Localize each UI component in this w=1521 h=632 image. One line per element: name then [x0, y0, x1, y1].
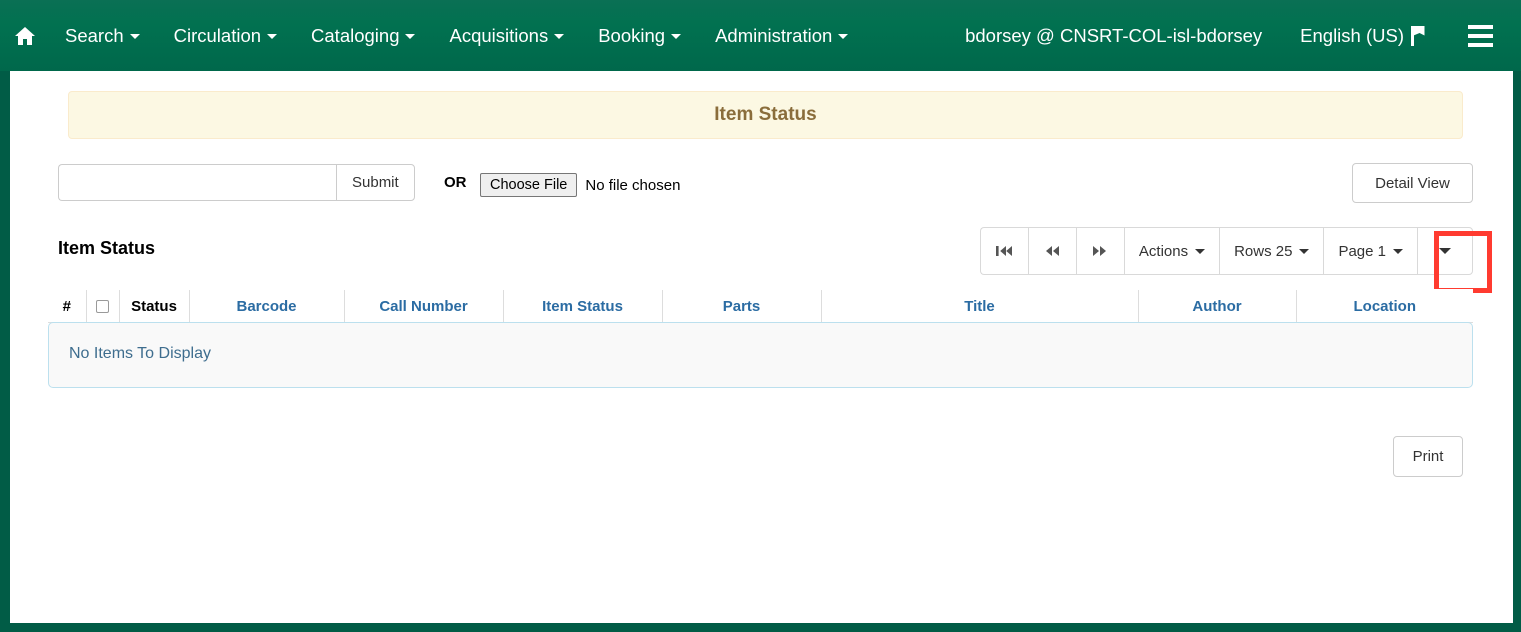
rows-per-page-label: Rows 25: [1234, 242, 1293, 260]
empty-state-panel: No Items To Display: [48, 322, 1473, 388]
nav-item-acquisitions[interactable]: Acquisitions: [432, 0, 581, 71]
grid-toolbar-button-group: Actions Rows 25 Page 1: [979, 227, 1473, 275]
nav-item-circulation[interactable]: Circulation: [157, 0, 294, 71]
chevron-down-icon: [838, 34, 849, 39]
submit-button[interactable]: Submit: [336, 164, 415, 201]
column-header-location-label[interactable]: Location: [1354, 298, 1417, 315]
rows-per-page-dropdown-button[interactable]: Rows 25: [1219, 227, 1324, 275]
column-header-select-all[interactable]: [85, 289, 119, 323]
first-page-button[interactable]: [979, 227, 1028, 275]
column-header-item-status[interactable]: Item Status: [502, 289, 662, 323]
barcode-input-group: Submit: [58, 164, 415, 201]
item-status-table: # Status Barcode Call Number Item Status…: [48, 289, 1473, 323]
file-status-label: No file chosen: [585, 176, 681, 194]
column-header-status-label: Status: [131, 297, 177, 315]
choose-file-button[interactable]: Choose File: [480, 173, 578, 197]
navbar-left-group: Search Circulation Cataloging Acquisitio…: [0, 0, 865, 71]
column-header-barcode-label[interactable]: Barcode: [236, 298, 296, 315]
print-button[interactable]: Print: [1393, 436, 1463, 477]
home-icon[interactable]: [2, 0, 48, 71]
nav-item-cataloging-label: Cataloging: [311, 25, 400, 46]
chevron-down-icon: [1299, 248, 1310, 254]
main-content: Item Status Submit OR Choose File No fil…: [10, 71, 1513, 623]
nav-item-administration-label: Administration: [715, 25, 833, 46]
column-header-title[interactable]: Title: [820, 289, 1138, 323]
actions-dropdown-label: Actions: [1138, 242, 1189, 260]
column-header-author-label[interactable]: Author: [1192, 298, 1241, 315]
nav-item-cataloging[interactable]: Cataloging: [294, 0, 432, 71]
item-lookup-form: Submit OR Choose File No file chosen Det…: [48, 163, 1473, 213]
nav-item-search-label: Search: [65, 25, 124, 46]
column-header-number-label: #: [62, 297, 71, 315]
chevron-down-icon: [1393, 248, 1403, 254]
chevron-down-icon: [129, 34, 140, 39]
column-header-call-number-label[interactable]: Call Number: [379, 298, 467, 315]
column-header-barcode[interactable]: Barcode: [188, 289, 344, 323]
navbar-right-group: bdorsey @ CNSRT-COL-isl-bdorsey English …: [951, 0, 1521, 71]
detail-view-button[interactable]: Detail View: [1352, 163, 1473, 203]
table-header: # Status Barcode Call Number Item Status…: [48, 289, 1473, 323]
select-all-checkbox[interactable]: [96, 300, 109, 314]
column-header-parts[interactable]: Parts: [661, 289, 821, 323]
page-title: Item Status: [714, 104, 817, 125]
next-page-button[interactable]: [1075, 227, 1124, 275]
column-header-title-label[interactable]: Title: [964, 298, 995, 315]
column-header-call-number[interactable]: Call Number: [343, 289, 503, 323]
actions-dropdown-button[interactable]: Actions: [1123, 227, 1220, 275]
barcode-input[interactable]: [58, 164, 336, 201]
grid-title: Item Status: [58, 238, 156, 258]
table-header-row: # Status Barcode Call Number Item Status…: [48, 289, 1473, 323]
column-header-parts-label[interactable]: Parts: [723, 298, 761, 315]
chevron-down-icon: [554, 34, 565, 39]
flag-icon: [1411, 25, 1427, 46]
nav-item-administration[interactable]: Administration: [698, 0, 865, 71]
top-navbar: Search Circulation Cataloging Acquisitio…: [0, 0, 1521, 71]
column-header-number: #: [48, 289, 86, 323]
column-header-item-status-label[interactable]: Item Status: [542, 298, 623, 315]
column-header-status: Status: [118, 289, 189, 323]
user-account-label[interactable]: bdorsey @ CNSRT-COL-isl-bdorsey: [951, 0, 1276, 71]
language-selector[interactable]: English (US): [1276, 0, 1439, 71]
language-label: English (US): [1300, 25, 1404, 46]
chevron-down-icon: [405, 34, 416, 39]
column-header-location[interactable]: Location: [1295, 289, 1473, 323]
grid-toolbar: Item Status Actions Rows 25 Page 1: [48, 227, 1492, 293]
chevron-down-icon: [1439, 248, 1451, 254]
chevron-down-icon: [267, 34, 278, 39]
chevron-down-icon: [671, 34, 682, 39]
toolbar-more-caret-button[interactable]: [1417, 227, 1473, 275]
list-menu-icon[interactable]: [1469, 24, 1493, 47]
page-dropdown-label: Page 1: [1338, 242, 1386, 260]
previous-page-button[interactable]: [1027, 227, 1076, 275]
page-dropdown-button[interactable]: Page 1: [1323, 227, 1417, 275]
page-title-banner: Item Status: [68, 91, 1463, 139]
nav-item-acquisitions-label: Acquisitions: [449, 25, 549, 46]
nav-item-booking-label: Booking: [598, 25, 666, 46]
nav-item-circulation-label: Circulation: [173, 25, 262, 46]
column-header-author[interactable]: Author: [1137, 289, 1296, 323]
or-separator-label: OR: [444, 174, 467, 191]
file-upload-control: Choose File No file chosen: [480, 173, 680, 197]
nav-item-search[interactable]: Search: [48, 0, 157, 71]
nav-item-booking[interactable]: Booking: [581, 0, 698, 71]
chevron-down-icon: [1195, 248, 1206, 254]
empty-state-message: No Items To Display: [69, 345, 211, 362]
